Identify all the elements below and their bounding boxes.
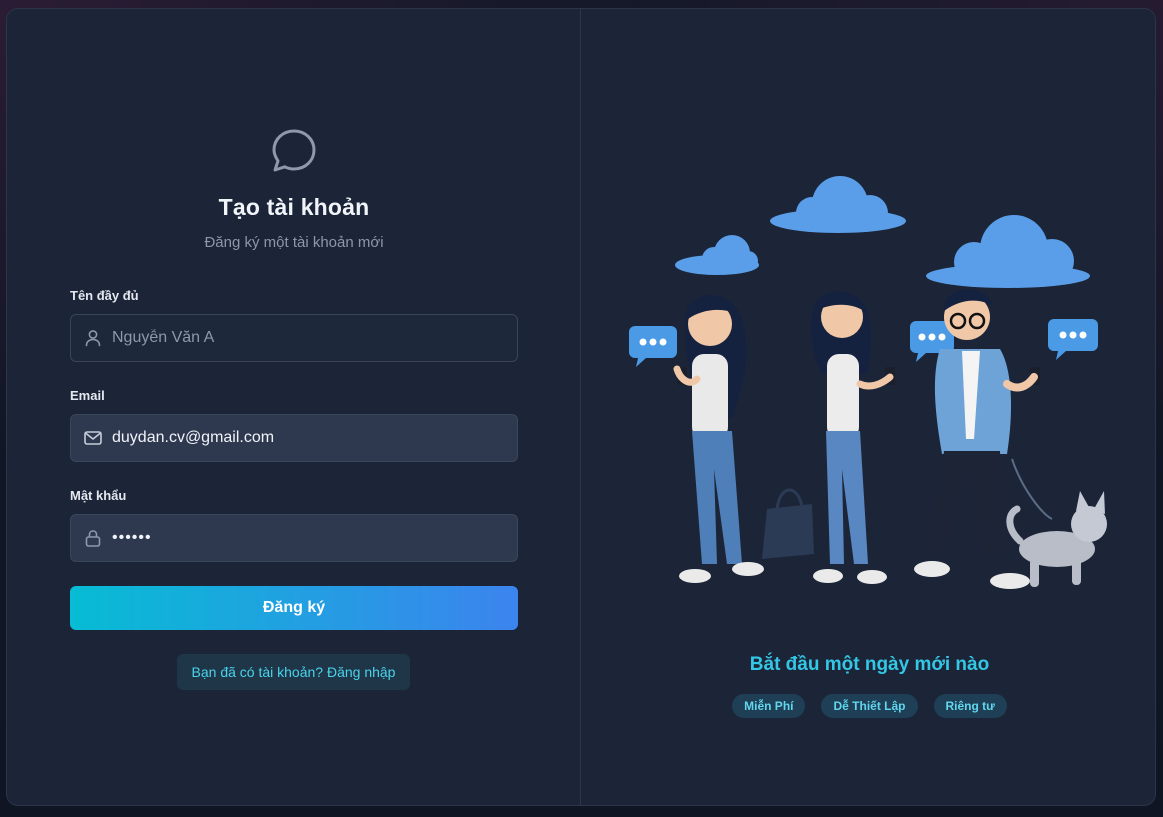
person-figure bbox=[673, 295, 764, 583]
cloud-icon bbox=[770, 176, 906, 233]
person-figure bbox=[762, 291, 895, 584]
email-label: Email bbox=[70, 388, 105, 403]
chip-free: Miễn Phí bbox=[732, 694, 806, 718]
feature-chips: Miễn Phí Dễ Thiết Lập Riêng tư bbox=[582, 694, 1155, 718]
cloud-icon bbox=[926, 215, 1090, 288]
signup-form-panel: Tạo tài khoản Đăng ký một tài khoản mới … bbox=[7, 9, 581, 805]
chat-bubble-icon bbox=[272, 129, 316, 172]
speech-bubble-icon bbox=[629, 326, 677, 367]
register-button[interactable]: Đăng ký bbox=[70, 586, 518, 630]
email-field[interactable] bbox=[70, 414, 518, 462]
password-label: Mật khẩu bbox=[70, 488, 127, 503]
full-name-label: Tên đầy đủ bbox=[70, 288, 139, 303]
signup-card: Tạo tài khoản Đăng ký một tài khoản mới … bbox=[6, 8, 1156, 806]
full-name-field[interactable] bbox=[70, 314, 518, 362]
full-name-input[interactable] bbox=[112, 315, 517, 361]
promo-panel: Bắt đầu một ngày mới nào Miễn Phí Dễ Thi… bbox=[582, 9, 1155, 805]
user-icon bbox=[85, 330, 101, 347]
lock-icon bbox=[85, 530, 101, 547]
speech-bubble-icon bbox=[1048, 319, 1098, 360]
page-title: Tạo tài khoản bbox=[218, 194, 370, 220]
login-link[interactable]: Bạn đã có tài khoản? Đăng nhập bbox=[177, 654, 410, 690]
promo-tagline: Bắt đầu một ngày mới nào bbox=[749, 654, 990, 675]
password-input[interactable] bbox=[112, 515, 517, 561]
people-walking-illustration bbox=[629, 176, 1107, 589]
password-field[interactable] bbox=[70, 514, 518, 562]
cloud-icon bbox=[675, 235, 759, 275]
mail-icon bbox=[84, 431, 102, 445]
email-input[interactable] bbox=[112, 415, 517, 461]
chip-easy-setup: Dễ Thiết Lập bbox=[821, 694, 918, 718]
chip-private: Riêng tư bbox=[933, 694, 1007, 718]
page-subtitle: Đăng ký một tài khoản mới bbox=[204, 234, 384, 251]
